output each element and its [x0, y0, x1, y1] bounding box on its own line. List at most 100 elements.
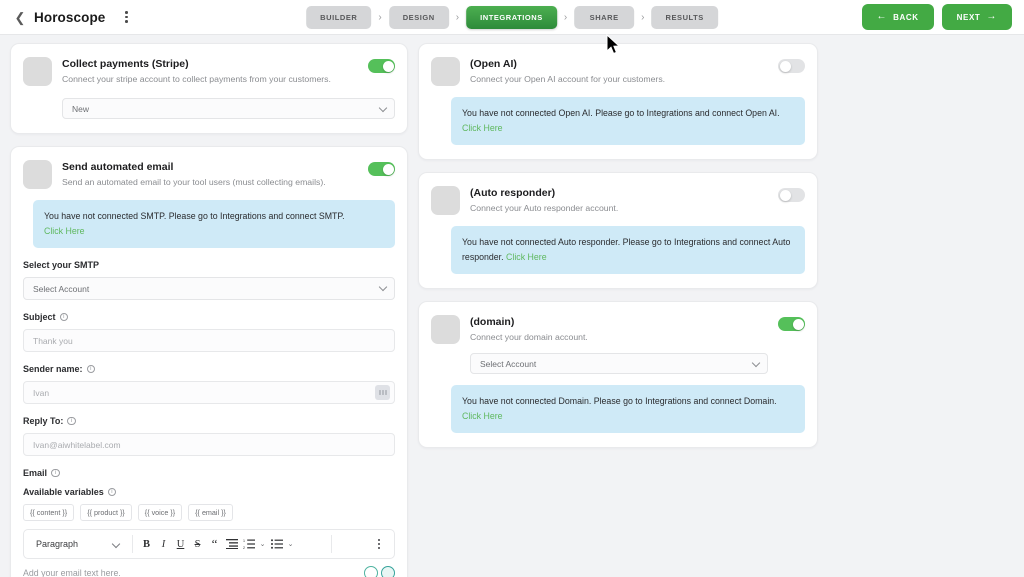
reply-to-label: Reply To: i [23, 415, 395, 427]
variable-chips: {{ content }} {{ product }} {{ voice }} … [23, 504, 395, 521]
domain-toggle[interactable] [778, 317, 805, 331]
ai-spark-icon[interactable] [364, 566, 378, 577]
autoresponder-notice-link[interactable]: Click Here [506, 252, 547, 262]
sender-name-row: Sender name: i [23, 363, 395, 404]
stripe-integration-card: Collect payments (Stripe) Connect your s… [10, 43, 408, 134]
email-header: Send automated email Send an automated e… [23, 159, 395, 189]
email-body-placeholder: Add your email text here. [23, 568, 121, 577]
step-design[interactable]: DESIGN [388, 5, 449, 29]
indent-icon[interactable] [223, 534, 240, 554]
block-format-select[interactable]: Paragraph [30, 531, 127, 557]
openai-subtitle: Connect your Open AI account for your cu… [470, 74, 666, 84]
variable-chip-product[interactable]: {{ product }} [80, 504, 132, 521]
domain-account-select[interactable]: Select Account [470, 353, 768, 374]
email-body-section: Email i Available variables i {{ content… [23, 467, 395, 577]
autoresponder-title: (Auto responder) [470, 187, 556, 199]
ordered-list-caret-icon[interactable]: ⌄ [257, 534, 268, 554]
autoresponder-integration-card: (Auto responder) Connect your Auto respo… [418, 172, 818, 289]
toggle-knob [382, 163, 394, 175]
openai-logo-icon [431, 57, 460, 86]
unordered-list-caret-icon[interactable]: ⌄ [285, 534, 296, 554]
domain-logo-icon [431, 315, 460, 344]
svg-text:2: 2 [243, 546, 245, 549]
ordered-list-icon[interactable]: 12 [240, 534, 257, 554]
step-integrations[interactable]: INTEGRATIONS [466, 5, 557, 29]
domain-notice: You have not connected Domain. Please go… [451, 385, 805, 433]
bold-icon[interactable]: B [138, 534, 155, 554]
toggle-knob [779, 60, 791, 72]
smtp-select-wrapper: Select Account [23, 277, 395, 300]
arrow-left-icon: ← [876, 11, 888, 22]
sender-name-input[interactable] [23, 381, 395, 404]
stripe-account-select[interactable]: New [62, 98, 395, 119]
ai-assist-badges [364, 566, 395, 577]
variable-picker-icon[interactable] [375, 385, 390, 400]
next-button-label: NEXT [956, 12, 981, 22]
subject-label-text: Subject [23, 312, 56, 322]
step-results[interactable]: RESULTS [651, 5, 718, 29]
autoresponder-logo-icon [431, 186, 460, 215]
smtp-notice-text: You have not connected SMTP. Please go t… [44, 211, 345, 221]
info-icon[interactable]: i [86, 364, 96, 374]
smtp-label-text: Select your SMTP [23, 260, 100, 270]
step-share[interactable]: SHARE [574, 5, 635, 29]
domain-notice-link[interactable]: Click Here [462, 411, 503, 421]
info-icon[interactable]: i [51, 468, 60, 478]
smtp-notice-link[interactable]: Click Here [44, 226, 85, 236]
stripe-toggle[interactable] [368, 59, 395, 73]
stripe-account-select-wrapper: New [62, 98, 395, 119]
toolbar-divider-2 [331, 535, 332, 553]
top-bar: ❮ Horoscope BUILDER › DESIGN › INTEGRATI… [0, 0, 1024, 35]
toggle-knob [792, 318, 804, 330]
toolbar-more-icon[interactable] [372, 538, 388, 550]
step-builder[interactable]: BUILDER [306, 5, 372, 29]
autoresponder-toggle[interactable] [778, 188, 805, 202]
info-icon[interactable]: i [67, 416, 76, 426]
underline-icon[interactable]: U [172, 534, 189, 554]
email-label-text: Email [23, 468, 48, 478]
smtp-account-select[interactable]: Select Account [23, 277, 395, 300]
step-separator-2: › [455, 11, 460, 23]
ai-assistant-icon[interactable] [381, 566, 395, 577]
email-body-editor[interactable]: Add your email text here. [23, 566, 395, 577]
info-icon[interactable]: i [107, 487, 117, 497]
smtp-select-row: Select your SMTP Select Account [23, 259, 395, 300]
stripe-logo-icon [23, 57, 52, 86]
domain-subtitle: Connect your domain account. [470, 332, 588, 342]
openai-toggle[interactable] [778, 59, 805, 73]
project-menu-icon[interactable] [119, 9, 133, 25]
back-button-label: BACK [893, 12, 919, 22]
variable-chip-email[interactable]: {{ email }} [188, 504, 233, 521]
back-chevron-icon[interactable]: ❮ [12, 11, 28, 24]
variable-chip-voice[interactable]: {{ voice }} [137, 504, 183, 521]
reply-label-text: Reply To: [23, 416, 64, 426]
italic-icon[interactable]: I [155, 534, 172, 554]
left-column: Collect payments (Stripe) Connect your s… [10, 43, 408, 577]
back-button[interactable]: ← BACK [861, 4, 934, 30]
strikethrough-icon[interactable]: S [189, 534, 206, 554]
domain-header: (domain) Connect your domain account. Se… [431, 314, 805, 374]
step-separator-3: › [563, 11, 568, 23]
subject-row: Subject i [23, 311, 395, 352]
domain-title: (domain) [470, 316, 515, 328]
email-logo-icon [23, 160, 52, 189]
arrow-right-icon: → [986, 11, 997, 22]
reply-to-input[interactable] [23, 433, 395, 456]
subject-input[interactable] [23, 329, 395, 352]
stripe-title: Collect payments (Stripe) [62, 58, 189, 70]
variable-chip-content[interactable]: {{ content }} [23, 504, 75, 521]
openai-header: (Open AI) Connect your Open AI account f… [431, 56, 805, 86]
toggle-knob [779, 189, 791, 201]
email-toggle[interactable] [368, 162, 395, 176]
info-icon[interactable]: i [59, 312, 69, 322]
email-label: Email i [23, 467, 395, 479]
next-button[interactable]: NEXT → [941, 4, 1012, 30]
openai-integration-card: (Open AI) Connect your Open AI account f… [418, 43, 818, 160]
stripe-header: Collect payments (Stripe) Connect your s… [23, 56, 395, 86]
toolbar-divider [132, 535, 133, 553]
blockquote-icon[interactable]: “ [206, 534, 223, 554]
openai-notice-link[interactable]: Click Here [462, 123, 503, 133]
toggle-knob [382, 60, 394, 72]
available-variables-text: Available variables [23, 487, 104, 497]
unordered-list-icon[interactable] [268, 534, 285, 554]
